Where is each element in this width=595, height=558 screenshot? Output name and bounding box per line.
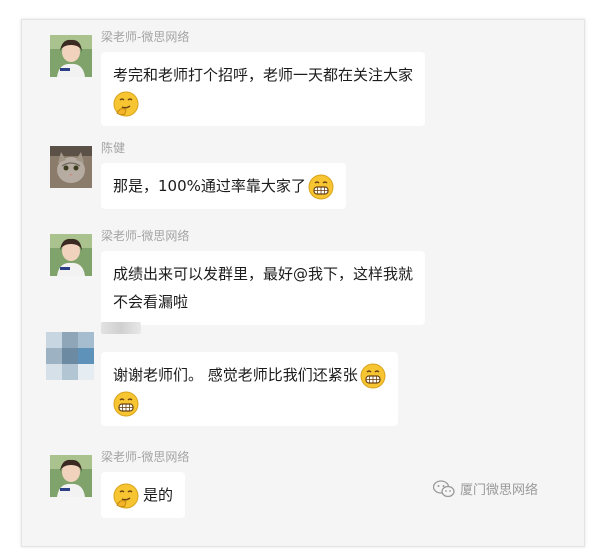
chat-window: 梁老师-微思网络 考完和老师打个招呼，老师一天都在关注大家 陈健 那是，100%…: [21, 19, 585, 547]
message-bubble[interactable]: 成绩出来可以发群里，最好@我下，这样我就 不会看漏啦: [101, 251, 426, 325]
message-text: 成绩出来可以发群里，最好@我下，这样我就: [113, 265, 414, 283]
message-text: 是的: [143, 486, 174, 504]
grin-emoji-icon: [308, 174, 334, 199]
sender-name: 梁老师-微思网络: [101, 30, 190, 44]
sender-name: 梁老师-微思网络: [101, 450, 190, 464]
watermark: 厦门微思网络: [433, 479, 538, 498]
avatar[interactable]: [50, 234, 92, 276]
grin-emoji-icon: [113, 391, 139, 416]
message-bubble[interactable]: 考完和老师打个招呼，老师一天都在关注大家: [101, 52, 426, 126]
sender-name: 梁老师-微思网络: [101, 229, 190, 243]
grin-emoji-icon: [360, 363, 386, 388]
message-bubble[interactable]: 是的: [101, 472, 186, 518]
message-text: 考完和老师打个招呼，老师一天都在关注大家: [113, 66, 414, 84]
sender-name: 陈健: [101, 141, 126, 155]
avatar[interactable]: [50, 146, 92, 188]
avatar[interactable]: [50, 35, 92, 77]
thinking-emoji-icon: [113, 91, 139, 116]
avatar[interactable]: [46, 332, 94, 380]
watermark-text: 厦门微思网络: [460, 483, 539, 498]
message-text: 谢谢老师们。 感觉老师比我们还紧张: [113, 366, 358, 384]
blurred-sender-name: [101, 322, 141, 334]
avatar[interactable]: [50, 455, 92, 497]
message-text: 不会看漏啦: [113, 293, 189, 311]
message-text: 那是，100%通过率靠大家了: [113, 177, 306, 195]
thinking-emoji-icon: [113, 483, 139, 508]
wechat-icon: [433, 479, 455, 497]
message-bubble[interactable]: 谢谢老师们。 感觉老师比我们还紧张: [101, 352, 398, 426]
message-bubble[interactable]: 那是，100%通过率靠大家了: [101, 163, 346, 209]
